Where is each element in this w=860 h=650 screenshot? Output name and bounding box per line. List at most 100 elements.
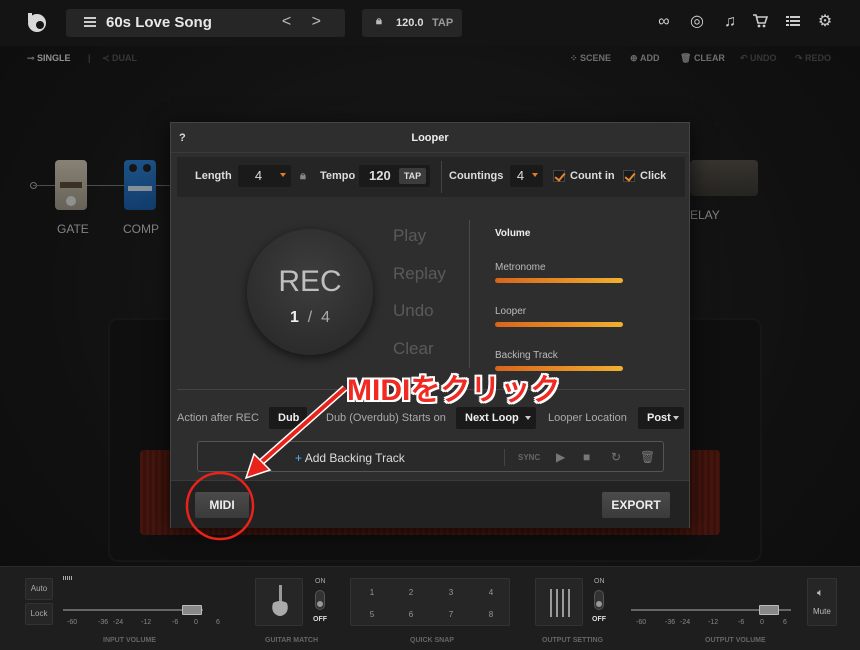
rec-current: 1	[289, 309, 299, 326]
preset-name[interactable]: 60s Love Song	[106, 14, 212, 31]
chevron-down-icon	[280, 173, 286, 177]
metronome-volume-bar[interactable]	[495, 278, 623, 283]
length-value: 4	[254, 168, 263, 183]
rec-total: 4	[321, 309, 331, 326]
export-button[interactable]: EXPORT	[602, 492, 670, 518]
annotation-text: MIDIをクリック	[347, 374, 561, 407]
looper-location-label: Looper Location	[548, 412, 627, 424]
guitar-match-toggle[interactable]	[315, 590, 325, 610]
tempo-value[interactable]: 120	[369, 168, 391, 183]
dub-starts-select[interactable]: Next Loop	[456, 407, 536, 429]
dialog-title: Looper	[411, 132, 449, 144]
looper-location-select[interactable]: Post	[638, 407, 684, 429]
speaker-icon: 🔈︎	[817, 587, 824, 599]
guitar-match-caption: GUITAR MATCH	[265, 637, 319, 644]
record-icon[interactable]: ◎	[688, 13, 706, 31]
output-volume-slider-thumb[interactable]	[758, 605, 779, 615]
tempo-lock-icon[interactable]: 🔒︎	[300, 170, 306, 183]
guitar-icon	[272, 585, 288, 616]
rec-button[interactable]: REC 1 / 4	[247, 229, 373, 355]
snap-2[interactable]: 2	[406, 588, 416, 597]
countings-value: 4	[516, 168, 525, 183]
mute-button[interactable]: 🔈︎ Mute	[807, 578, 837, 626]
input-volume-slider-thumb[interactable]	[181, 605, 202, 615]
bottom-panel: Auto Lock -60 -36 -24 -12 -6 0 6 INPUT V…	[0, 566, 860, 650]
undo-action[interactable]: Undo	[393, 301, 434, 321]
looper-location-value: Post	[647, 412, 671, 424]
preset-selector[interactable]: 60s Love Song < >	[66, 9, 345, 37]
tempo-field[interactable]: 120 TAP	[359, 165, 430, 187]
chevron-down-icon	[525, 416, 531, 420]
add-backing-track-button[interactable]: + Add Backing Track	[295, 451, 405, 465]
clear-action[interactable]: Clear	[393, 339, 434, 359]
input-scale-6: 6	[216, 619, 220, 626]
cart-icon[interactable]	[751, 13, 769, 31]
preset-prev-next-arrows[interactable]: < >	[282, 13, 329, 31]
gear-icon[interactable]: ⚙︎	[816, 13, 834, 31]
repeat-icon[interactable]: ↻	[611, 450, 621, 464]
snap-5[interactable]: 5	[367, 610, 377, 619]
play-icon[interactable]: ▶	[556, 450, 565, 464]
backing-track-label: Backing Track	[495, 350, 558, 361]
replay-action[interactable]: Replay	[393, 264, 446, 284]
action-after-rec-value: Dub	[278, 412, 300, 424]
app-logo-icon[interactable]	[25, 11, 49, 33]
volume-divider	[469, 220, 470, 368]
snap-6[interactable]: 6	[406, 610, 416, 619]
sync-button[interactable]: SYNC	[518, 453, 540, 462]
input-scale-5: 0	[194, 619, 198, 626]
looper-tap-button[interactable]: TAP	[399, 168, 426, 184]
auto-button[interactable]: Auto	[25, 578, 53, 600]
snap-3[interactable]: 3	[446, 588, 456, 597]
click-label[interactable]: Click	[640, 170, 666, 182]
looper-volume-label: Looper	[495, 306, 527, 317]
length-select[interactable]: 4	[238, 165, 291, 187]
chevron-down-icon	[673, 416, 679, 420]
volume-title: Volume	[495, 228, 531, 239]
dub-starts-label: Dub (Overdub) Starts on	[326, 412, 446, 424]
snap-8[interactable]: 8	[486, 610, 496, 619]
looper-volume-bar[interactable]	[495, 322, 623, 327]
music-note-icon[interactable]: ♫	[721, 13, 739, 31]
lock-button[interactable]: Lock	[25, 603, 53, 625]
play-action[interactable]: Play	[393, 226, 426, 246]
midi-button[interactable]: MIDI	[195, 492, 249, 518]
snap-1[interactable]: 1	[367, 588, 377, 597]
looper-dialog: ? Looper Length 4 🔒︎ Tempo 120 TAP Count…	[170, 122, 690, 528]
settings-divider	[441, 161, 442, 193]
rec-separator: /	[307, 309, 313, 326]
output-scale-2: -24	[680, 619, 691, 626]
output-setting-button[interactable]	[535, 578, 583, 626]
count-in-checkbox[interactable]	[553, 170, 565, 182]
trash-icon[interactable]: 🗑︎	[640, 450, 655, 464]
menu-icon[interactable]	[84, 16, 96, 28]
output-setting-toggle[interactable]	[594, 590, 604, 610]
rec-counter: 1 / 4	[247, 309, 373, 327]
backing-track-bar: + Add Backing Track SYNC ▶ ■ ↻ 🗑︎	[197, 441, 664, 472]
list-icon[interactable]	[784, 13, 802, 31]
output-scale-6: 6	[783, 619, 787, 626]
action-after-rec-label: Action after REC	[177, 412, 259, 424]
input-scale-1: -36	[98, 619, 109, 626]
input-scale-2: -24	[113, 619, 124, 626]
backing-divider	[504, 449, 505, 466]
global-tap-button[interactable]: TAP	[432, 17, 453, 29]
snap-4[interactable]: 4	[486, 588, 496, 597]
input-volume-caption: INPUT VOLUME	[103, 637, 156, 644]
app-window: 60s Love Song < > 🔒︎ 120.0 TAP ∞ ◎ ♫ ⚙︎ …	[0, 0, 860, 650]
input-scale-0: -60	[67, 619, 78, 626]
stop-icon[interactable]: ■	[583, 450, 590, 464]
guitar-match-button[interactable]	[255, 578, 303, 626]
countings-select[interactable]: 4	[510, 165, 543, 187]
lock-icon[interactable]: 🔒︎	[376, 15, 382, 28]
snap-7[interactable]: 7	[446, 610, 456, 619]
loop-icon[interactable]: ∞	[655, 13, 673, 31]
click-checkbox[interactable]	[623, 170, 635, 182]
count-in-label[interactable]: Count in	[570, 170, 615, 182]
top-bar: 60s Love Song < > 🔒︎ 120.0 TAP ∞ ◎ ♫ ⚙︎	[0, 0, 860, 46]
action-after-rec-select[interactable]: Dub	[269, 407, 307, 429]
global-tempo[interactable]: 🔒︎ 120.0 TAP	[362, 9, 462, 37]
global-bpm-value[interactable]: 120.0	[396, 17, 424, 29]
output-scale-4: -6	[738, 619, 745, 626]
output-scale-0: -60	[636, 619, 647, 626]
